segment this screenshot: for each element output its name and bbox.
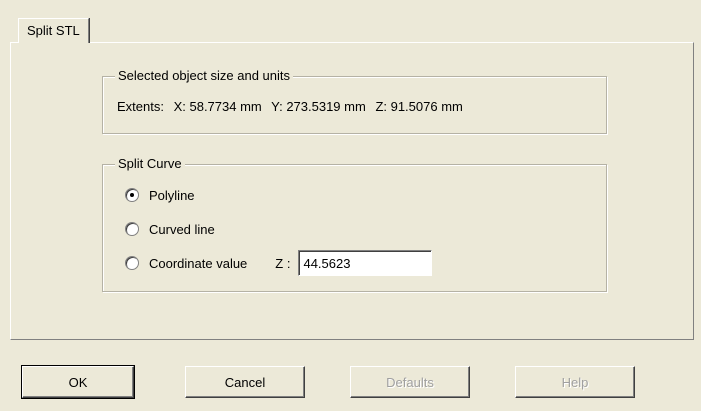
cancel-button[interactable]: Cancel [185, 366, 305, 398]
radio-curved-line-row[interactable]: Curved line [125, 219, 215, 239]
tab-split-stl-label: Split STL [27, 23, 80, 38]
extent-y: Y: 273.5319 mm [271, 99, 366, 114]
object-size-group: Selected object size and units Extents: … [102, 68, 607, 134]
radio-curved-line-label: Curved line [149, 221, 215, 237]
radio-polyline-row[interactable]: Polyline [125, 185, 195, 205]
extent-x: X: 58.7734 mm [173, 99, 262, 114]
extent-z: Z: 91.5076 mm [375, 99, 463, 114]
help-button: Help [515, 366, 635, 398]
split-curve-group: Split Curve Polyline Curved line Coordin… [102, 156, 607, 292]
tab-split-stl[interactable]: Split STL [18, 18, 89, 43]
radio-coordinate-value[interactable] [125, 256, 139, 270]
radio-coordinate-value-label: Coordinate value [149, 255, 248, 271]
object-size-group-title: Selected object size and units [115, 68, 293, 84]
extents-label: Extents: [117, 99, 164, 114]
radio-polyline[interactable] [125, 188, 139, 202]
ok-button[interactable]: OK [21, 365, 135, 399]
z-coordinate-label: Z : [275, 255, 291, 271]
defaults-button: Defaults [350, 366, 470, 398]
z-coordinate-input[interactable] [298, 250, 433, 276]
radio-curved-line[interactable] [125, 222, 139, 236]
split-curve-group-title: Split Curve [115, 156, 185, 172]
radio-polyline-label: Polyline [149, 187, 195, 203]
radio-coordinate-value-row[interactable]: Coordinate value Z : [125, 250, 433, 276]
extents-row: Extents: X: 58.7734 mm Y: 273.5319 mm Z:… [117, 99, 469, 114]
